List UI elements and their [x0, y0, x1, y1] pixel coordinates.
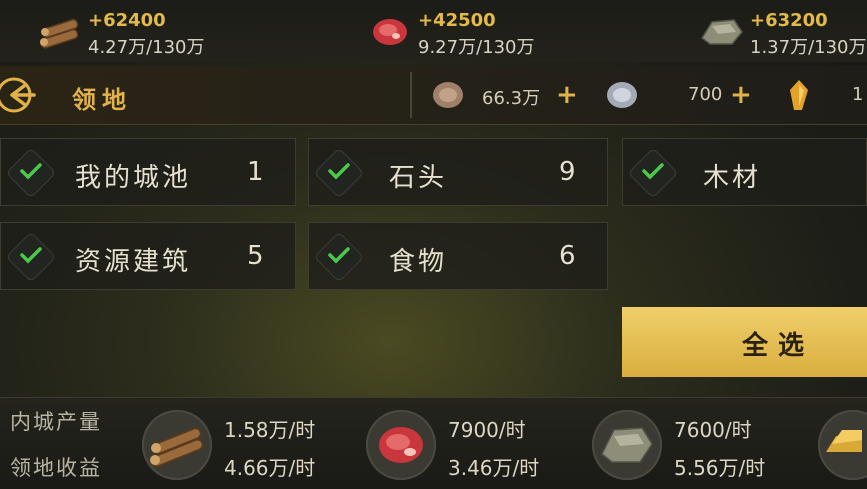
filter-stone[interactable]: 石头 9 [308, 138, 608, 206]
meat-icon [379, 427, 423, 463]
stone-gain: +63200 [750, 10, 828, 31]
check-icon [20, 247, 42, 264]
filter-label: 石头 [389, 163, 448, 193]
page-title: 领地 [72, 86, 132, 114]
header: 领地 66.3万 + 700 + 1 [0, 66, 867, 125]
filter-count: 9 [559, 157, 576, 187]
meat-territory-rate: 3.46万/时 [448, 456, 540, 480]
filter-wood[interactable]: 木材 [622, 138, 867, 206]
stone-territory-rate: 5.56万/时 [674, 456, 766, 480]
stone-amount: 1.37万/130万 [750, 37, 867, 58]
territory-label: 领地收益 [10, 456, 102, 480]
divider [410, 72, 412, 118]
copper-value: 66.3万 [482, 88, 541, 109]
select-all-button[interactable]: 全选 [622, 307, 867, 377]
filter-label: 我的城池 [75, 163, 192, 193]
filter-count: 6 [559, 241, 576, 271]
wood-inner-rate: 1.58万/时 [224, 418, 316, 442]
check-icon [20, 163, 42, 180]
stone-icon [601, 427, 653, 463]
gold-value: 1 [852, 84, 864, 105]
stone-inner-rate: 7600/时 [674, 418, 752, 442]
stone-icon [700, 19, 743, 45]
filter-count: 5 [247, 241, 264, 271]
filter-count: 1 [247, 157, 264, 187]
filter-my-cities[interactable]: 我的城池 1 [0, 138, 296, 206]
wood-icon [150, 427, 204, 467]
filter-label: 食物 [389, 247, 448, 277]
back-arrow-icon[interactable] [0, 74, 42, 116]
gold-ingot-icon [826, 430, 862, 452]
copper-coin-icon [433, 82, 463, 108]
inner-city-label: 内城产量 [10, 410, 102, 434]
gold-crystal-icon [790, 80, 808, 110]
silver-coin-icon [607, 82, 637, 108]
meat-icon [373, 19, 407, 45]
wood-icon [40, 18, 79, 49]
filter-resource-buildings[interactable]: 资源建筑 5 [0, 222, 296, 290]
wood-territory-rate: 4.66万/时 [224, 456, 316, 480]
silver-add-button[interactable]: + [730, 80, 752, 110]
resource-bar: +62400 4.27万/130万 +42500 9.27万/130万 +632… [0, 0, 867, 62]
filter-label: 木材 [703, 163, 762, 193]
wood-amount: 4.27万/130万 [88, 37, 205, 58]
filter-label: 资源建筑 [75, 247, 192, 277]
meat-amount: 9.27万/130万 [418, 37, 535, 58]
meat-inner-rate: 7900/时 [448, 418, 526, 442]
copper-add-button[interactable]: + [556, 80, 578, 110]
check-icon [328, 163, 350, 180]
select-all-label: 全选 [742, 331, 815, 361]
wood-gain: +62400 [88, 10, 166, 31]
silver-value: 700 [688, 84, 723, 105]
filter-food[interactable]: 食物 6 [308, 222, 608, 290]
meat-gain: +42500 [418, 10, 496, 31]
production-bar: 内城产量 领地收益 1.58万/时 4.66万/时 7900/时 3.46万/时… [0, 397, 867, 489]
check-icon [328, 247, 350, 264]
check-icon [642, 163, 664, 180]
